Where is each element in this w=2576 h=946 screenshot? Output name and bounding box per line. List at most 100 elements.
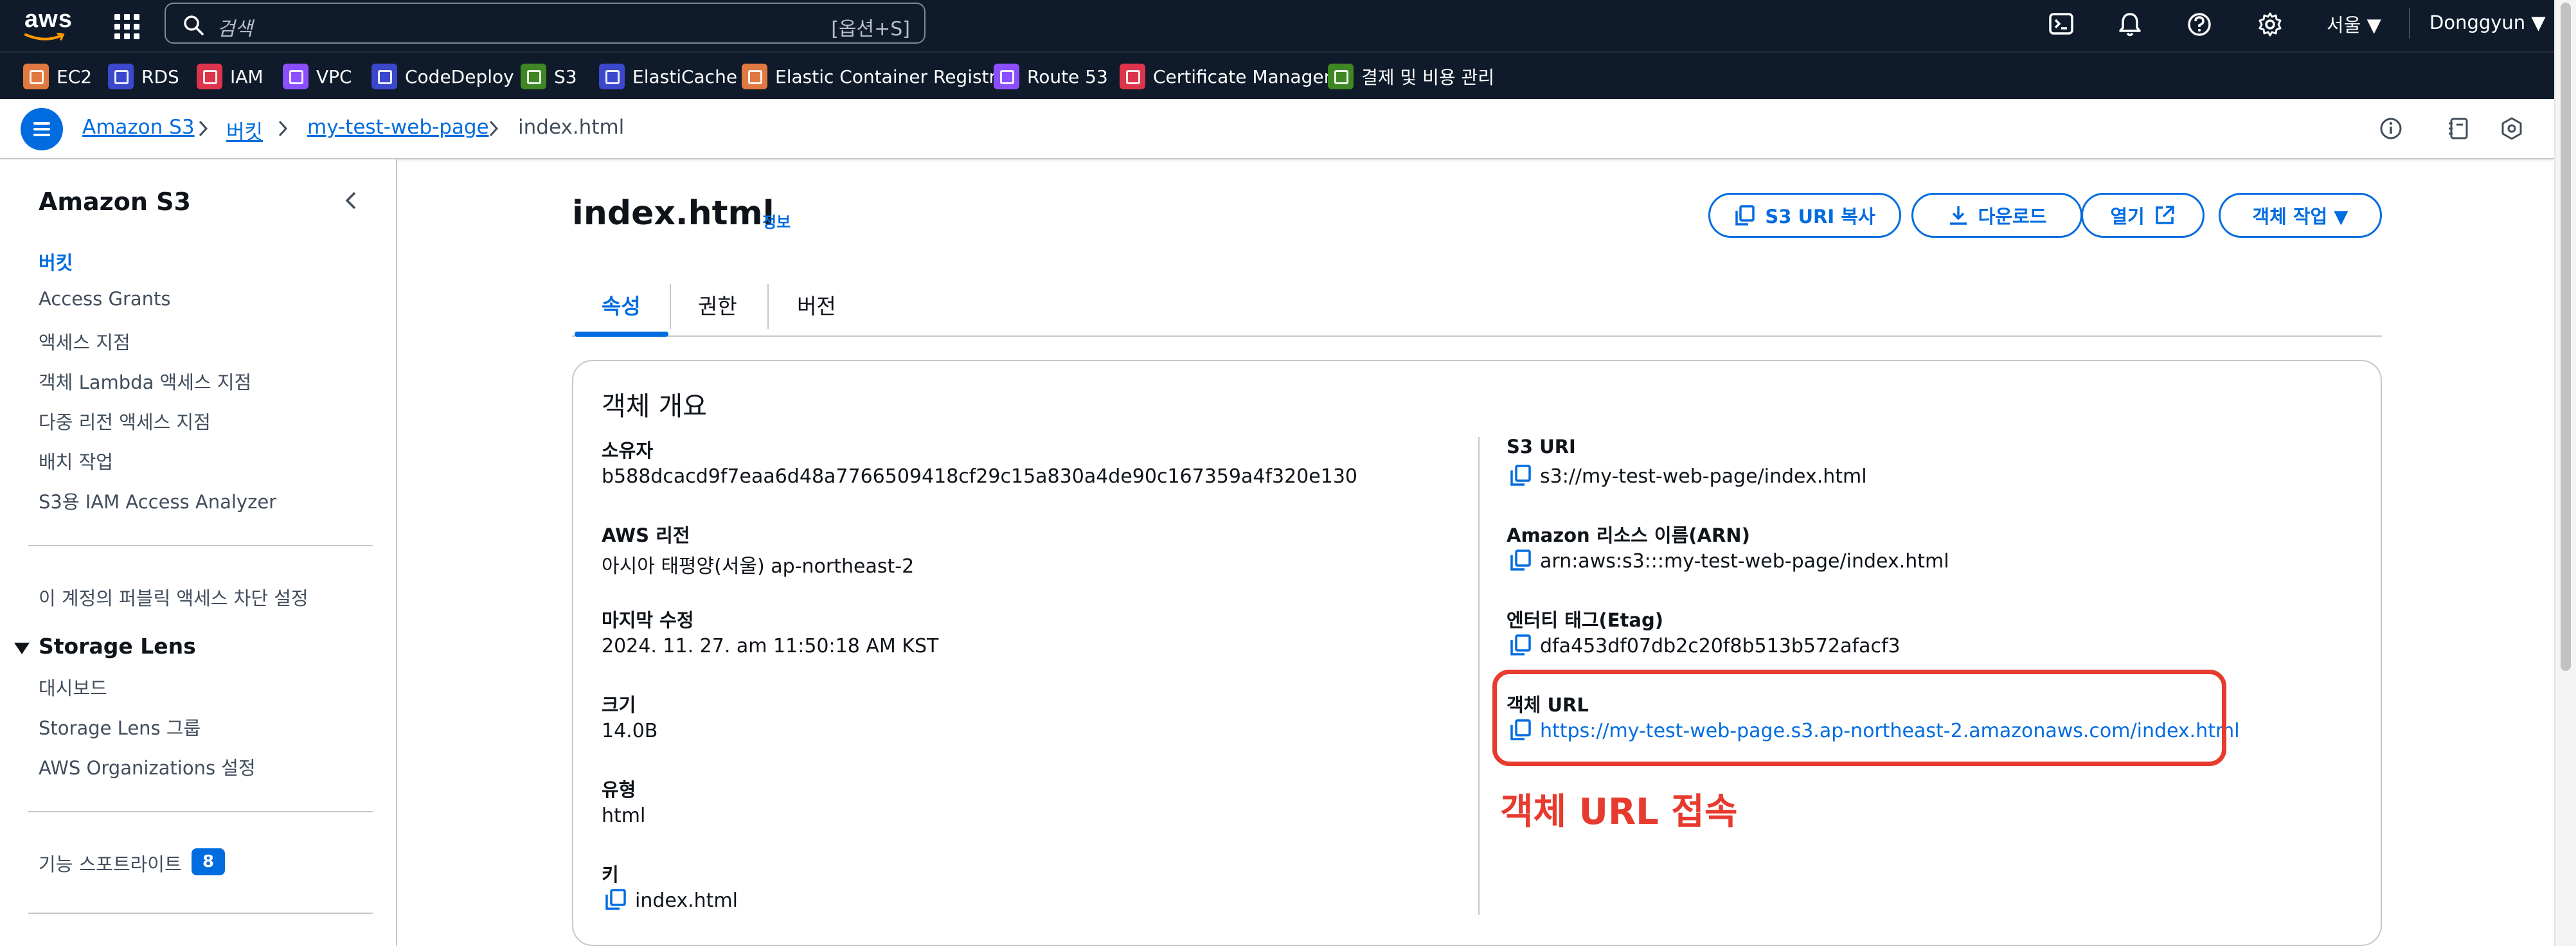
object-actions-label: 객체 작업 ▼ — [2252, 206, 2348, 228]
vpc-icon — [283, 64, 309, 89]
type-value: html — [602, 805, 646, 827]
tab-properties[interactable]: 속성 — [602, 289, 641, 320]
side-navigation-toggle[interactable] — [21, 108, 63, 150]
annotation-text: 객체 URL 접속 — [1500, 791, 1738, 833]
breadcrumb-bucket-name[interactable]: my-test-web-page — [307, 116, 489, 139]
favorite-codedeploy[interactable]: CodeDeploy — [371, 62, 514, 91]
sidebar-item-block-public-access[interactable]: 이 계정의 퍼블릭 액세스 차단 설정 — [39, 584, 309, 611]
tab-versions[interactable]: 버전 — [797, 289, 836, 320]
region-label: AWS 리전 — [602, 524, 690, 546]
nav-divider — [2409, 8, 2410, 39]
sidebar-item-buckets[interactable]: 버킷 — [39, 248, 73, 275]
favorite-ec2[interactable]: EC2 — [23, 62, 92, 91]
breadcrumb-current: index.html — [518, 116, 625, 139]
iam-icon — [197, 64, 222, 89]
route53-icon — [994, 64, 1019, 89]
feature-count-badge: 8 — [192, 848, 225, 875]
owner-label: 소유자 — [602, 440, 654, 461]
billing-icon — [1328, 64, 1354, 89]
favorite-rds[interactable]: RDS — [108, 62, 179, 91]
sidebar-item-iam-access-analyzer[interactable]: S3용 IAM Access Analyzer — [39, 487, 276, 514]
copy-icon[interactable] — [1509, 464, 1532, 487]
sidebar-divider — [28, 913, 373, 914]
size-label: 크기 — [602, 694, 636, 716]
type-label: 유형 — [602, 779, 636, 801]
favorite-route53[interactable]: Route 53 — [994, 62, 1108, 91]
rds-icon — [108, 64, 134, 89]
favorite-elasticache[interactable]: ElastiCache — [599, 62, 737, 91]
breadcrumb-amazon-s3[interactable]: Amazon S3 — [82, 116, 195, 139]
notes-panel-icon[interactable] — [2446, 116, 2472, 141]
favorite-label: VPC — [316, 66, 352, 87]
codedeploy-icon — [371, 64, 397, 89]
sidebar-item-feature-spotlight[interactable]: 기능 스포트라이트 — [39, 850, 182, 877]
chevron-right-icon — [278, 120, 288, 137]
last-modified-value: 2024. 11. 27. am 11:50:18 AM KST — [602, 635, 939, 657]
sidebar-item-organizations-settings[interactable]: AWS Organizations 설정 — [39, 753, 256, 780]
notifications-bell-icon[interactable] — [2116, 10, 2144, 39]
ecr-icon — [742, 64, 767, 89]
copy-icon[interactable] — [604, 888, 627, 911]
object-tabs: 속성 권한 버전 — [572, 275, 2382, 337]
search-bar[interactable]: 검색 [옵션+S] — [165, 3, 926, 44]
region-selector[interactable]: 서울 ▼ — [2327, 10, 2381, 37]
settings-gear-icon[interactable] — [2256, 10, 2284, 39]
favorite-ecr[interactable]: Elastic Container Registry — [742, 62, 1007, 91]
last-modified-label: 마지막 수정 — [602, 609, 694, 631]
sidebar-item-dashboards[interactable]: 대시보드 — [39, 674, 107, 701]
search-shortcut: [옵션+S] — [831, 18, 910, 40]
copy-icon — [1735, 205, 1755, 226]
sidebar-item-storage-lens-groups[interactable]: Storage Lens 그룹 — [39, 713, 201, 740]
sidebar-item-batch-operations[interactable]: 배치 작업 — [39, 447, 113, 474]
help-icon[interactable] — [2185, 10, 2214, 39]
info-link[interactable]: 정보 — [762, 210, 791, 232]
copy-icon[interactable] — [1509, 549, 1532, 572]
aws-logo[interactable]: aws — [24, 6, 72, 42]
favorite-label: Elastic Container Registry — [775, 66, 1007, 87]
card-title: 객체 개요 — [602, 391, 707, 422]
breadcrumb-buckets[interactable]: 버킷 — [226, 116, 263, 145]
caret-down-icon[interactable] — [14, 643, 30, 654]
favorite-vpc[interactable]: VPC — [283, 62, 352, 91]
s3-uri-value: s3://my-test-web-page/index.html — [1540, 465, 1867, 488]
favorite-s3[interactable]: S3 — [521, 62, 577, 91]
arn-value: arn:aws:s3:::my-test-web-page/index.html — [1540, 550, 1949, 573]
object-url-highlight-box — [1492, 670, 2226, 766]
sidebar-item-access-points[interactable]: 액세스 지점 — [39, 328, 130, 355]
sidebar-item-object-lambda[interactable]: 객체 Lambda 액세스 지점 — [39, 368, 251, 395]
sidebar-item-multi-region[interactable]: 다중 리전 액세스 지점 — [39, 407, 211, 434]
key-value: index.html — [635, 889, 738, 912]
favorite-iam[interactable]: IAM — [197, 62, 264, 91]
account-menu[interactable]: Donggyun ▼ — [2429, 12, 2546, 33]
certificate-manager-icon — [1120, 64, 1145, 89]
sidebar-divider — [28, 811, 373, 812]
s3-uri-label: S3 URI — [1507, 436, 1576, 458]
copy-s3-uri-button[interactable]: S3 URI 복사 — [1708, 193, 1901, 238]
sidebar-divider — [28, 545, 373, 546]
collapse-sidebar-icon[interactable] — [341, 189, 361, 212]
download-button[interactable]: 다운로드 — [1911, 193, 2082, 238]
open-button[interactable]: 열기 — [2081, 193, 2205, 238]
security-panel-icon[interactable] — [2499, 116, 2525, 141]
favorites-bar: EC2 RDS IAM VPC CodeDeploy S3 ElastiCach… — [0, 51, 2576, 99]
tab-divider — [767, 284, 769, 329]
sidebar-item-access-grants[interactable]: Access Grants — [39, 288, 171, 310]
active-tab-indicator — [575, 332, 668, 337]
favorite-label: CodeDeploy — [405, 66, 514, 87]
favorite-certificate-manager[interactable]: Certificate Manager — [1120, 62, 1331, 91]
info-panel-icon[interactable] — [2378, 116, 2404, 141]
favorite-label: 결제 및 비용 관리 — [1361, 67, 1495, 88]
services-menu-icon[interactable] — [111, 12, 139, 40]
open-label: 열기 — [2110, 206, 2145, 228]
copy-icon[interactable] — [1509, 634, 1532, 657]
favorite-label: S3 — [554, 66, 577, 87]
scrollbar-thumb[interactable] — [2561, 3, 2571, 671]
download-icon — [1949, 206, 1967, 225]
cloudshell-icon[interactable] — [2048, 10, 2076, 39]
sidebar-section-storage-lens[interactable]: Storage Lens — [39, 634, 196, 659]
favorite-billing[interactable]: 결제 및 비용 관리 — [1328, 62, 1494, 91]
tab-permissions[interactable]: 권한 — [698, 289, 737, 320]
column-divider — [1478, 437, 1480, 915]
object-actions-button[interactable]: 객체 작업 ▼ — [2219, 193, 2382, 238]
search-input[interactable]: 검색 — [217, 13, 253, 41]
